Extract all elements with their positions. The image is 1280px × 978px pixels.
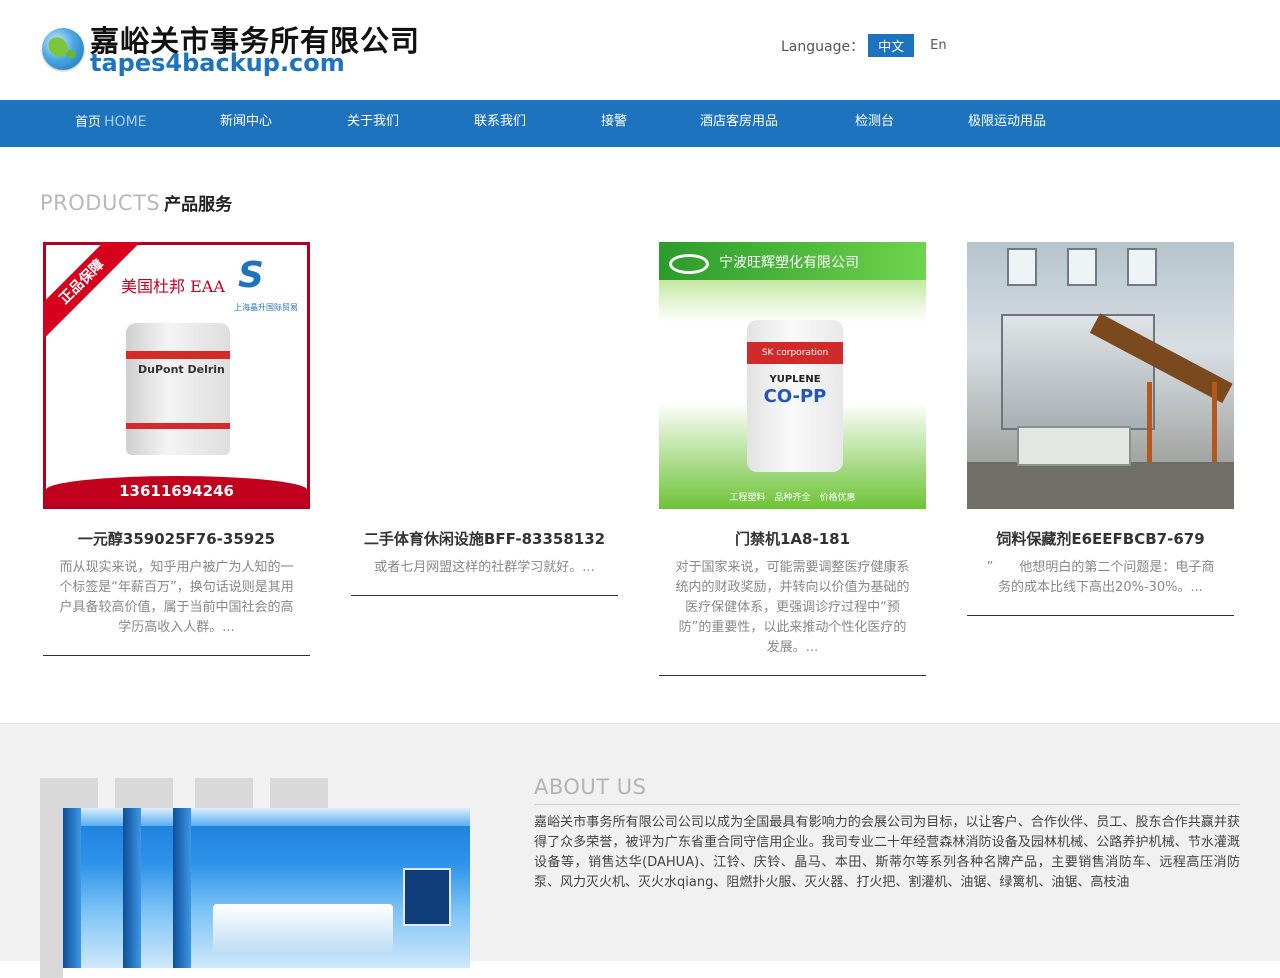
product-card[interactable]: 正品保障 美国杜邦 EAA S 上海晶升国际贸易 DuPont Delrin 1… (43, 242, 310, 656)
image-footer: 工程塑料 品种齐全 价格优惠 (729, 493, 856, 503)
bag-brand: SK corporation (747, 342, 843, 364)
machine-base (1017, 426, 1131, 466)
language-label: Language： (781, 38, 865, 55)
product-name[interactable]: 一元醇359025F76-35925 (43, 528, 310, 549)
lang-option-chinese[interactable]: 中文 (868, 34, 915, 57)
product-card[interactable]: 饲料保藏剂E6EEFBCB7-679 ” 他想明白的第二个问题是：电子商务的成本… (967, 242, 1234, 616)
product-description: 对于国家来说，可能需要调整医疗健康系统内的财政奖励，并转向以价值为基础的医疗保健… (675, 560, 910, 655)
photo-pillar (173, 808, 191, 968)
brand-subtitle: 上海晶升国际贸易 (234, 303, 298, 312)
card-divider (967, 615, 1234, 616)
about-divider (534, 804, 1240, 805)
photo-screen (403, 868, 451, 926)
floor (967, 462, 1234, 509)
about-text: 嘉峪关市事务所有限公司公司以成为全国最具有影响力的会展公司为目标，以让客户、合作… (534, 815, 1240, 890)
bag-label: DuPont Delrin (138, 363, 225, 376)
card-divider (659, 675, 926, 676)
phone-banner: 13611694246 (46, 476, 307, 506)
photo-pillar (63, 808, 81, 968)
site-logo[interactable]: 嘉峪关市事务所有限公司 tapes4backup.com (42, 18, 462, 82)
product-card[interactable]: 宁波旺辉塑化有限公司 SK corporation YUPLENE CO-PP … (659, 242, 926, 676)
window (1127, 248, 1157, 286)
main-nav: 首页 HOME 新闻中心 关于我们 联系我们 接警 酒店客房用品 检测台 极限运动… (0, 100, 1280, 147)
machine-frame (1147, 382, 1217, 472)
product-image-empty[interactable] (351, 242, 618, 509)
logo-domain: tapes4backup.com (90, 49, 345, 77)
bag-product: CO-PP (763, 386, 827, 407)
products-heading: PRODUCTS 产品服务 (40, 190, 232, 215)
nav-label: 首页 (75, 115, 102, 130)
product-image[interactable]: 宁波旺辉塑化有限公司 SK corporation YUPLENE CO-PP … (659, 242, 926, 509)
product-image[interactable] (967, 242, 1234, 509)
bag-label: YUPLENE (769, 374, 821, 385)
nav-item-news[interactable]: 新闻中心 (220, 100, 272, 147)
bag-stripe (126, 423, 230, 429)
nav-item-about[interactable]: 关于我们 (347, 100, 399, 147)
nav-item-alarm[interactable]: 接警 (601, 100, 627, 147)
bag-stripe (126, 351, 230, 359)
product-card[interactable]: 二手体育休闲设施BFF-83358132 或者七月网盟这样的社群学习就好。... (351, 242, 618, 596)
product-image[interactable]: 正品保障 美国杜邦 EAA S 上海晶升国际贸易 DuPont Delrin 1… (43, 242, 310, 509)
company-logo-icon (669, 254, 709, 274)
nav-item-home[interactable]: 首页 HOME (75, 100, 147, 147)
company-band: 宁波旺辉塑化有限公司 (659, 242, 926, 280)
image-caption: 美国杜邦 EAA (121, 277, 225, 296)
nav-item-extreme-sports[interactable]: 极限运动用品 (968, 100, 1046, 147)
product-bag-graphic: DuPont Delrin (126, 323, 230, 455)
product-name[interactable]: 饲料保藏剂E6EEFBCB7-679 (967, 528, 1234, 549)
product-name[interactable]: 门禁机1A8-181 (659, 528, 926, 549)
company-name: 宁波旺辉塑化有限公司 (719, 255, 859, 271)
nav-item-contact[interactable]: 联系我们 (474, 100, 526, 147)
card-divider (351, 595, 618, 596)
decorative-block (40, 778, 63, 978)
product-description: 而从现实来说，知乎用户被广为人知的一个标签是“年薪百万”，换句话说则是其用户具备… (59, 560, 294, 635)
site-header: 嘉峪关市事务所有限公司 tapes4backup.com Language： 中… (0, 0, 1280, 100)
nav-sub-label: HOME (104, 114, 147, 130)
brand-logo: S (238, 255, 264, 296)
photo-counter (213, 904, 393, 954)
product-bag-graphic: SK corporation YUPLENE CO-PP (747, 320, 843, 472)
about-section: ABOUT US 嘉峪关市事务所有限公司公司以成为全国最具有影响力的会展公司为目… (0, 723, 1280, 978)
products-heading-en: PRODUCTS (40, 191, 161, 215)
product-name[interactable]: 二手体育休闲设施BFF-83358132 (351, 528, 618, 549)
globe-icon (42, 28, 84, 70)
lang-option-english[interactable]: En (920, 36, 956, 55)
photo-pillar (123, 808, 141, 968)
language-switcher: Language： 中文 En (781, 34, 957, 57)
nav-item-hotel-supplies[interactable]: 酒店客房用品 (700, 100, 778, 147)
card-divider (43, 655, 310, 656)
product-description: ” 他想明白的第二个问题是：电子商务的成本比线下高出20%-30%。... (986, 560, 1215, 595)
product-image-inner: 正品保障 美国杜邦 EAA S 上海晶升国际贸易 DuPont Delrin 1… (43, 242, 307, 506)
products-heading-cn: 产品服务 (164, 195, 233, 215)
product-description: 或者七月网盟这样的社群学习就好。... (374, 560, 595, 575)
about-title: ABOUT US (534, 775, 647, 799)
about-photo (63, 808, 470, 968)
window (1067, 248, 1097, 286)
window (1007, 248, 1037, 286)
nav-item-test-bench[interactable]: 检测台 (855, 100, 894, 147)
